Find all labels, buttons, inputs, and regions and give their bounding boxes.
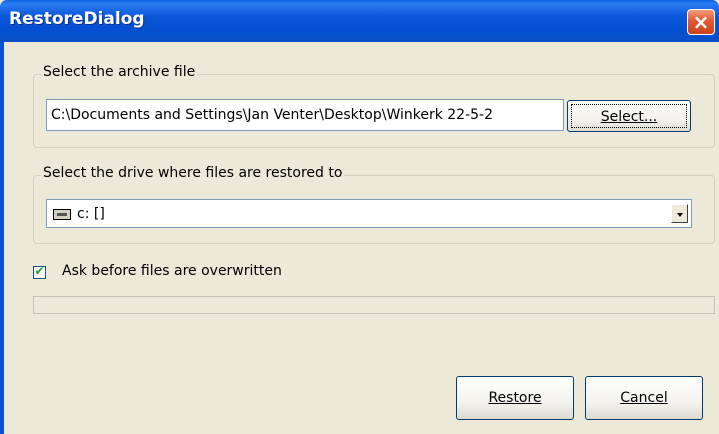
cancel-button-label: Cancel [620,390,668,406]
restore-dialog: RestoreDialog × Select the archive file … [0,0,719,434]
restore-button-label: Restore [488,390,542,406]
chevron-down-icon[interactable] [671,204,688,223]
close-button[interactable]: × [687,9,715,35]
drive-select-value: c: [] [77,206,105,222]
drive-select[interactable]: c: [] [46,199,692,228]
ask-overwrite-checkbox[interactable]: ✔ [33,264,46,279]
window-border [0,42,4,434]
select-button[interactable]: Select... [567,100,691,132]
check-icon: ✔ [34,264,45,278]
progress-bar [33,296,715,314]
close-icon: × [692,10,710,34]
drive-icon [53,209,71,220]
title-bar[interactable]: RestoreDialog × [0,0,719,42]
cancel-button[interactable]: Cancel [585,376,703,420]
select-button-label: Select... [600,109,658,125]
ask-overwrite-label[interactable]: Ask before files are overwritten [62,263,282,279]
archive-group-label: Select the archive file [41,64,198,80]
archive-path-input[interactable]: C:\Documents and Settings\Jan Venter\Des… [46,99,564,131]
restore-button[interactable]: Restore [456,376,574,420]
window-title: RestoreDialog [9,9,145,29]
drive-group-label: Select the drive where files are restore… [41,165,345,181]
